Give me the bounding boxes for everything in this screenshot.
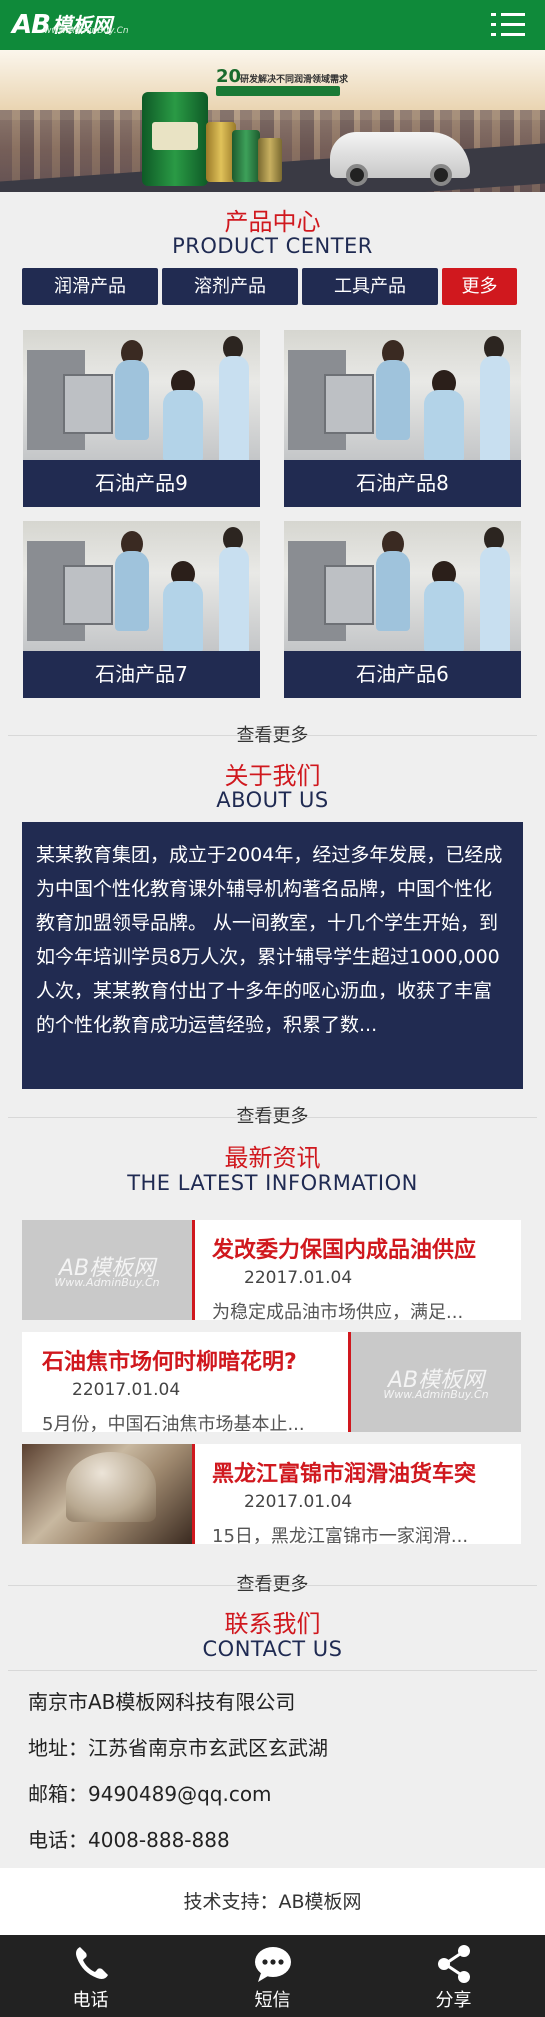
news-item[interactable]: 黑龙江富锦市润滑油货车突 22017.01.04 15日，黑龙江富锦市一家润滑.…: [22, 1444, 521, 1544]
about-more-link[interactable]: 查看更多: [0, 1102, 545, 1128]
product-card[interactable]: 石油产品8: [284, 330, 521, 507]
message-icon: [255, 1947, 291, 1982]
bottom-nav: 电话 短信 分享: [0, 1935, 545, 2017]
products-more-link[interactable]: 查看更多: [0, 721, 545, 747]
tab-solvents[interactable]: 溶剂产品: [162, 268, 298, 305]
watermark-url: Www.AdminBuy.Cn: [54, 1276, 160, 1289]
news-thumbnail: [22, 1444, 192, 1544]
footer-share-button[interactable]: 分享: [363, 1935, 544, 2017]
about-text: 某某教育集团，成立于2004年，经过多年发展，已经成为中国个性化教育课外辅导机构…: [22, 822, 523, 1089]
menu-icon[interactable]: [491, 9, 525, 41]
news-more-link[interactable]: 查看更多: [0, 1570, 545, 1596]
footer-sms-button[interactable]: 短信: [182, 1935, 363, 2017]
divider: [8, 1670, 537, 1671]
tab-lubricants[interactable]: 润滑产品: [22, 268, 158, 305]
news-title-text: 发改委力保国内成品油供应: [212, 1238, 477, 1263]
product-name: 石油产品9: [23, 460, 260, 507]
watermark-url: Www.AdminBuy.Cn: [383, 1388, 489, 1401]
news-date: 22017.01.04: [244, 1492, 353, 1512]
products-subtitle: PRODUCT CENTER: [172, 234, 373, 258]
tab-tools[interactable]: 工具产品: [302, 268, 438, 305]
product-image: [23, 521, 260, 651]
divider: [8, 1585, 537, 1586]
product-name: 石油产品8: [284, 460, 521, 507]
product-name: 石油产品6: [284, 651, 521, 698]
products-title: 产品中心: [224, 208, 321, 236]
news-thumbnail: AB模板网 Www.AdminBuy.Cn: [22, 1220, 192, 1320]
news-title-text: 石油焦市场何时柳暗花明?: [42, 1350, 297, 1375]
footer-label: 短信: [254, 1990, 291, 2011]
news-title: 最新资讯: [224, 1144, 321, 1172]
news-thumbnail: AB模板网 Www.AdminBuy.Cn: [351, 1332, 521, 1432]
about-subtitle: ABOUT US: [216, 788, 329, 812]
contact-subtitle: CONTACT US: [202, 1637, 343, 1661]
news-summary: 5月份，中国石油焦市场基本止...: [42, 1414, 305, 1432]
phone-icon: [76, 1947, 108, 1979]
footer-phone-button[interactable]: 电话: [0, 1935, 181, 2017]
news-summary: 15日，黑龙江富锦市一家润滑...: [212, 1526, 469, 1544]
footer-label: 电话: [72, 1990, 109, 2011]
news-summary: 为稳定成品油市场供应，满足...: [212, 1302, 464, 1320]
footer-label: 分享: [435, 1990, 472, 2011]
top-bar: AB 模板网 www.AdminBuy.Cn: [0, 0, 545, 50]
product-image: [284, 330, 521, 460]
news-subtitle: THE LATEST INFORMATION: [127, 1171, 418, 1195]
news-item[interactable]: AB模板网 Www.AdminBuy.Cn 发改委力保国内成品油供应 22017…: [22, 1220, 521, 1320]
contact-title: 联系我们: [224, 1610, 321, 1638]
news-item[interactable]: 石油焦市场何时柳暗花明? 22017.01.04 5月份，中国石油焦市场基本止.…: [22, 1332, 521, 1432]
tab-more[interactable]: 更多: [442, 268, 517, 305]
contact-phone[interactable]: 电话：4008-888-888: [28, 1824, 230, 1853]
banner-number: 20: [216, 66, 242, 87]
news-date: 22017.01.04: [244, 1268, 353, 1288]
car-image: [330, 132, 470, 186]
product-name: 石油产品7: [23, 651, 260, 698]
product-image: [23, 330, 260, 460]
product-card[interactable]: 石油产品6: [284, 521, 521, 698]
contact-company: 南京市AB模板网科技有限公司: [28, 1690, 296, 1714]
divider: [8, 1117, 537, 1118]
about-title: 关于我们: [224, 762, 321, 790]
news-title-text: 黑龙江富锦市润滑油货车突: [212, 1462, 477, 1487]
divider: [8, 735, 537, 736]
logo-url: www.AdminBuy.Cn: [44, 26, 129, 36]
product-image: [284, 521, 521, 651]
news-date: 22017.01.04: [72, 1380, 181, 1400]
tech-support[interactable]: 技术支持：AB模板网: [0, 1868, 545, 1936]
hero-banner[interactable]: 20 研发解决不同润滑领域需求: [0, 50, 545, 192]
oil-barrel-image: [142, 92, 208, 186]
contact-address: 地址：江苏省南京市玄武区玄武湖: [28, 1736, 328, 1760]
product-card[interactable]: 石油产品9: [23, 330, 260, 507]
share-icon: [438, 1945, 470, 1983]
site-logo[interactable]: AB 模板网: [12, 7, 112, 43]
contact-email[interactable]: 邮箱：9490489@qq.com: [28, 1778, 272, 1807]
product-card[interactable]: 石油产品7: [23, 521, 260, 698]
banner-headline: 研发解决不同润滑领域需求: [240, 75, 349, 85]
